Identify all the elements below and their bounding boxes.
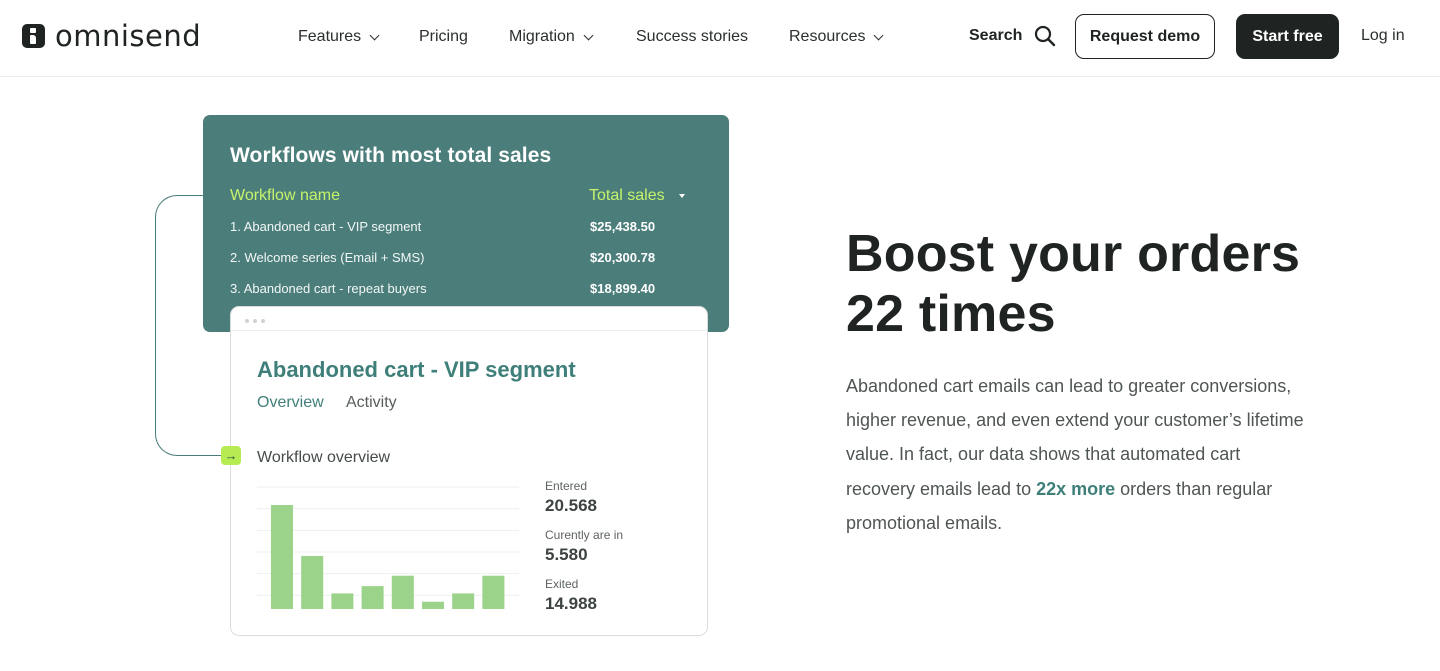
nav-migration[interactable]: Migration bbox=[509, 26, 594, 48]
nav-migration-label: Migration bbox=[509, 28, 575, 45]
nav-pricing[interactable]: Pricing bbox=[419, 26, 468, 48]
hero-headline: Boost your orders 22 times bbox=[846, 224, 1406, 344]
stat-currently-in-label: Curently are in bbox=[545, 528, 624, 542]
workflow-title: Abandoned cart - VIP segment bbox=[257, 357, 576, 382]
column-header-workflow-name: Workflow name bbox=[230, 187, 340, 204]
total-sales-cell: $20,300.78 bbox=[590, 250, 656, 265]
stat-entered-value: 20.568 bbox=[545, 496, 597, 515]
stat-exited-value: 14.988 bbox=[545, 594, 597, 613]
chart-bar-6 bbox=[422, 601, 444, 609]
nav-features[interactable]: Features bbox=[298, 26, 380, 48]
nav-resources[interactable]: Resources bbox=[789, 26, 884, 48]
workflow-name-cell: 2. Welcome series (Email + SMS) bbox=[230, 250, 425, 265]
chart-bar-1 bbox=[271, 505, 293, 609]
top-navigation-bar: omnisend Features Pricing Migration Succ… bbox=[0, 0, 1440, 77]
hero-body-highlight: 22x more bbox=[1036, 478, 1116, 499]
search-label: Search bbox=[969, 27, 1023, 44]
start-free-button[interactable]: Start free bbox=[1236, 14, 1339, 59]
workflow-overview-heading: Workflow overview bbox=[257, 449, 391, 466]
column-header-total-sales-label: Total sales bbox=[589, 187, 665, 204]
chart-bar-8 bbox=[482, 575, 505, 609]
nav-resources-label: Resources bbox=[789, 28, 866, 45]
card-window-header bbox=[231, 307, 707, 331]
search-button[interactable]: Search bbox=[969, 25, 1056, 47]
chart-bar-3 bbox=[331, 593, 354, 609]
hero-headline-line-1: Boost your orders bbox=[846, 225, 1301, 283]
workflow-name-cell: 3. Abandoned cart - repeat buyers bbox=[230, 281, 427, 296]
window-dot-icon bbox=[253, 319, 257, 323]
tab-overview[interactable]: Overview bbox=[257, 394, 324, 412]
sales-card-title: Workflows with most total sales bbox=[230, 144, 552, 167]
login-link[interactable]: Log in bbox=[1361, 27, 1405, 45]
chart-bar-7 bbox=[452, 593, 475, 609]
total-sales-cell: $25,438.50 bbox=[590, 219, 656, 234]
chevron-down-icon bbox=[583, 30, 594, 40]
arrow-right-icon: → bbox=[221, 446, 241, 465]
nav-pricing-label: Pricing bbox=[419, 28, 468, 45]
nav-features-label: Features bbox=[298, 28, 362, 45]
column-header-total-sales: Total sales bbox=[589, 187, 685, 205]
chart-bar-5 bbox=[391, 575, 414, 609]
stat-exited-label: Exited bbox=[545, 577, 579, 591]
nav-success-stories-label: Success stories bbox=[636, 28, 749, 45]
stat-entered-label: Entered bbox=[545, 479, 588, 493]
workflow-detail-card: Abandoned cart - VIP segment Overview Ac… bbox=[230, 306, 708, 636]
hero-body-text: Abandoned cart emails can lead to greate… bbox=[846, 369, 1306, 540]
tab-activity[interactable]: Activity bbox=[346, 394, 397, 412]
omnisend-logo-icon bbox=[22, 24, 45, 48]
nav-success-stories[interactable]: Success stories bbox=[636, 26, 748, 48]
workflows-sales-card: Workflows with most total sales Workflow… bbox=[203, 115, 729, 332]
chart-bar-2 bbox=[301, 555, 324, 609]
window-dot-icon bbox=[245, 319, 249, 323]
workflow-overview-bar-chart bbox=[257, 486, 519, 609]
request-demo-button[interactable]: Request demo bbox=[1075, 14, 1215, 59]
omnisend-logo[interactable]: omnisend bbox=[22, 19, 202, 53]
chevron-down-icon bbox=[874, 30, 884, 40]
chevron-down-icon bbox=[369, 30, 380, 40]
chart-bar-4 bbox=[361, 586, 384, 609]
logo-text: omnisend bbox=[55, 19, 202, 53]
workflow-name-cell: 1. Abandoned cart - VIP segment bbox=[230, 219, 422, 234]
hero-headline-line-2: 22 times bbox=[846, 285, 1056, 343]
search-icon bbox=[1035, 25, 1056, 47]
total-sales-cell: $18,899.40 bbox=[590, 281, 656, 296]
window-dot-icon bbox=[261, 319, 265, 323]
stat-currently-in-value: 5.580 bbox=[545, 545, 588, 564]
sort-caret-icon bbox=[678, 194, 685, 198]
